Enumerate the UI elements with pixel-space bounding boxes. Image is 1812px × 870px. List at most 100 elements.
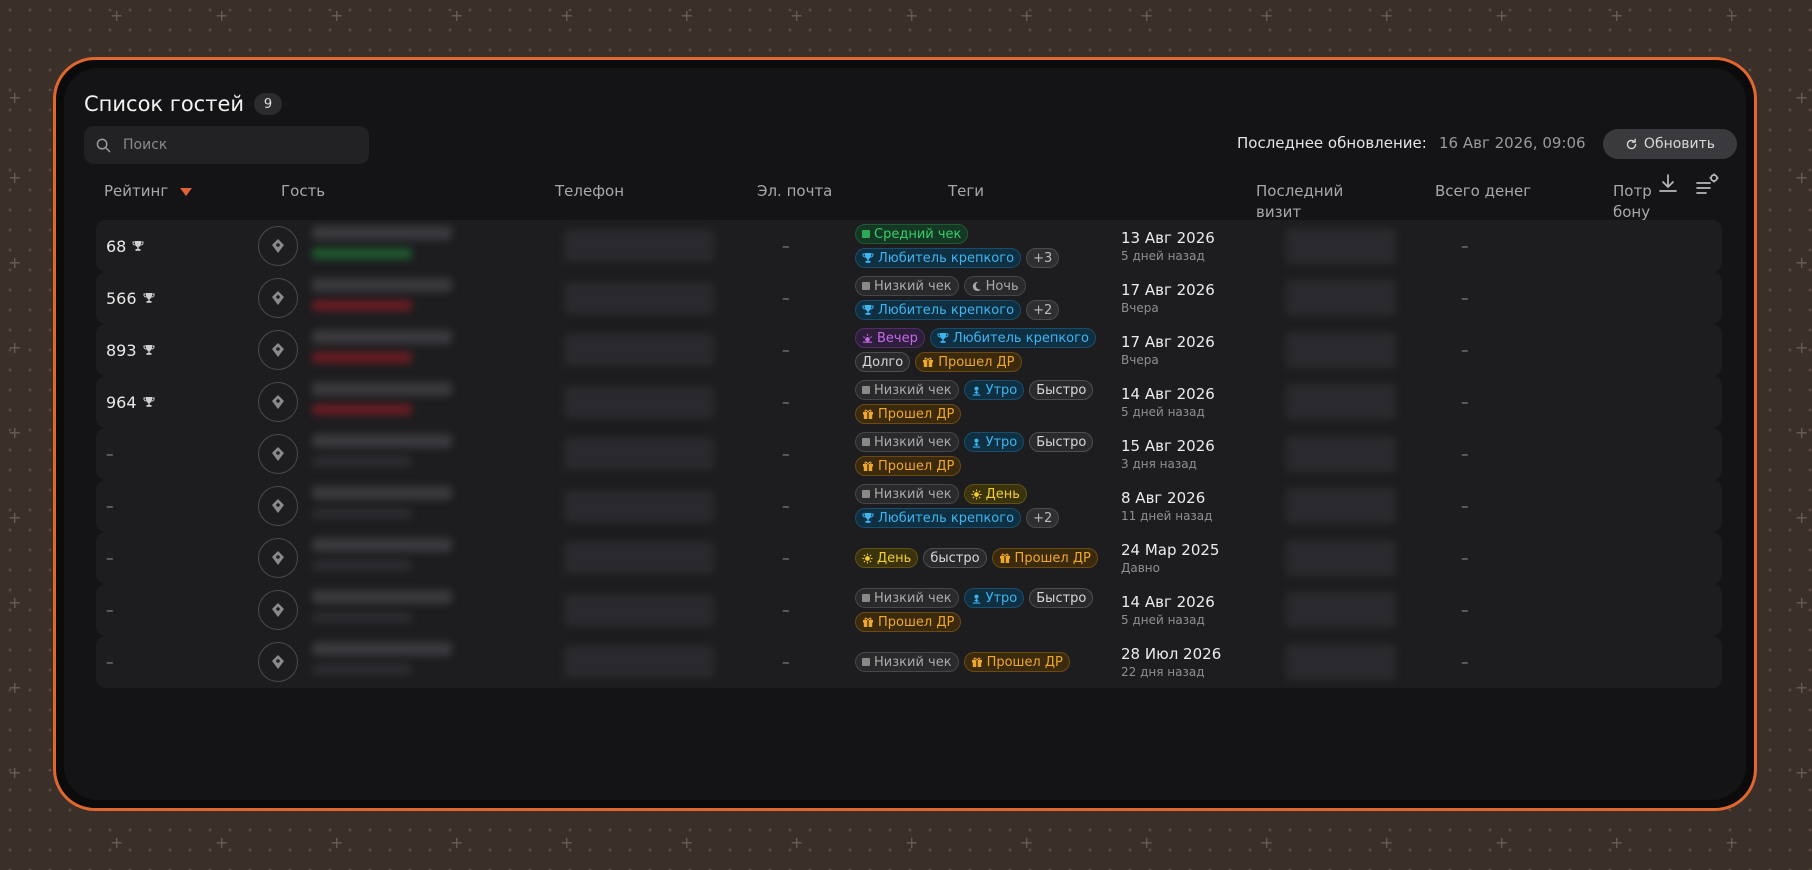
trophy-icon xyxy=(862,252,874,264)
background-plus-mark: + xyxy=(1795,338,1809,357)
tag-chip[interactable]: Прошел ДР xyxy=(855,612,962,632)
email-value: – xyxy=(782,445,790,463)
last-visit-date: 28 Июл 2026 xyxy=(1121,645,1222,663)
tag-line: Низкий чек Утро Быстро xyxy=(855,380,1094,400)
tag-chip[interactable]: +2 xyxy=(1026,300,1060,320)
column-header-email[interactable]: Эл. почта xyxy=(757,181,832,202)
tag-chip[interactable]: Прошел ДР xyxy=(963,652,1070,672)
column-header-tags[interactable]: Теги xyxy=(948,181,984,202)
bonus-cell: – xyxy=(1461,220,1469,272)
tag-chip[interactable]: Прошел ДР xyxy=(991,548,1098,568)
tag-chip[interactable]: Низкий чек xyxy=(855,432,959,452)
avatar[interactable] xyxy=(258,486,298,526)
tag-label: Быстро xyxy=(1036,382,1087,398)
avatar[interactable] xyxy=(258,382,298,422)
tag-line: Низкий чек Прошел ДР xyxy=(855,652,1070,672)
avatar[interactable] xyxy=(258,642,298,682)
column-header-guest[interactable]: Гость xyxy=(281,181,325,202)
tag-chip[interactable]: Долго xyxy=(855,352,911,372)
email-cell: – xyxy=(782,532,790,584)
tag-chip[interactable]: Вечер xyxy=(855,328,925,348)
avatar[interactable] xyxy=(258,278,298,318)
email-cell: – xyxy=(782,636,790,688)
background-plus-mark: + xyxy=(1795,763,1809,782)
tag-chip[interactable]: Прошел ДР xyxy=(855,404,962,424)
tag-label: Любитель крепкого xyxy=(878,510,1015,526)
tag-chip[interactable]: Средний чек xyxy=(855,224,969,244)
tag-chip[interactable]: День xyxy=(855,548,919,568)
tag-chip[interactable]: Прошел ДР xyxy=(915,352,1022,372)
tag-chip[interactable]: Утро xyxy=(963,432,1025,452)
refresh-button[interactable]: Обновить xyxy=(1603,129,1737,159)
last-visit-date: 13 Авг 2026 xyxy=(1121,229,1215,247)
tag-chip[interactable]: Утро xyxy=(963,380,1025,400)
tag-chip[interactable]: Низкий чек xyxy=(855,380,959,400)
table-row[interactable]: – – День быстро Прошел ДР 24 Мар 2025 Давн… xyxy=(96,532,1722,584)
avatar[interactable] xyxy=(258,590,298,630)
tag-chip[interactable]: Низкий чек xyxy=(855,276,959,296)
tags-cell: Низкий чек Утро Быстро Прошел ДР xyxy=(855,376,1094,428)
total-money-redacted xyxy=(1286,592,1396,628)
avatar[interactable] xyxy=(258,226,298,266)
bonus-cell: – xyxy=(1461,272,1469,324)
column-header-total-money[interactable]: Всего денег xyxy=(1435,181,1531,202)
avatar[interactable] xyxy=(258,434,298,474)
tag-chip[interactable]: Любитель крепкого xyxy=(855,248,1022,268)
background-plus-mark: + xyxy=(1140,6,1154,25)
column-settings-icon[interactable] xyxy=(1694,172,1720,198)
tag-chip[interactable]: Прошел ДР xyxy=(855,456,962,476)
table-row[interactable]: – – Низкий чек День Любитель крепкого +2 8 … xyxy=(96,480,1722,532)
avatar[interactable] xyxy=(258,330,298,370)
search-icon xyxy=(96,138,111,152)
table-row[interactable]: – – Низкий чек Прошел ДР 28 Июл 2026 22 д… xyxy=(96,636,1722,688)
app-window: Список гостей 9 Последнее обновление: 16… xyxy=(53,57,1757,811)
background-plus-mark: + xyxy=(8,253,22,272)
table-row[interactable]: – – Низкий чек Утро Быстро Прошел ДР 15 Авг… xyxy=(96,428,1722,480)
phone-value-redacted xyxy=(564,230,714,262)
search-input[interactable] xyxy=(121,136,345,154)
guest-subtitle-redacted xyxy=(312,456,412,467)
column-header-last-visit[interactable]: Последний визит xyxy=(1256,181,1343,223)
tag-chip[interactable]: Быстро xyxy=(1029,432,1094,452)
avatar[interactable] xyxy=(258,538,298,578)
tag-chip[interactable]: Любитель крепкого xyxy=(855,300,1022,320)
tag-line: Долго Прошел ДР xyxy=(855,352,1022,372)
column-header-last-visit-line1: Последний xyxy=(1256,182,1344,200)
tag-chip[interactable]: Быстро xyxy=(1029,588,1094,608)
tag-chip[interactable]: быстро xyxy=(923,548,987,568)
tag-chip[interactable]: Ночь xyxy=(963,276,1026,296)
tag-chip[interactable]: Быстро xyxy=(1029,380,1094,400)
sort-desc-icon[interactable] xyxy=(180,187,193,196)
table-row[interactable]: 893 – Вечер Любитель крепкого Долго Прошел … xyxy=(96,324,1722,376)
tag-chip[interactable]: Низкий чек xyxy=(855,652,959,672)
tag-chip[interactable]: Любитель крепкого xyxy=(855,508,1022,528)
tag-chip[interactable]: Низкий чек xyxy=(855,484,959,504)
tag-chip[interactable]: Утро xyxy=(963,588,1025,608)
square-icon xyxy=(862,230,870,238)
phone-value-redacted xyxy=(564,282,714,314)
last-visit-cell: 24 Мар 2025 Давно xyxy=(1121,532,1219,584)
tag-chip[interactable]: Низкий чек xyxy=(855,588,959,608)
download-icon[interactable] xyxy=(1656,172,1680,196)
rating-value: 893 xyxy=(106,340,137,360)
search-box[interactable] xyxy=(84,126,369,164)
table-row[interactable]: 566 – Низкий чек Ночь Любитель крепкого +2 … xyxy=(96,272,1722,324)
tag-chip[interactable]: +3 xyxy=(1026,248,1060,268)
background-plus-mark: + xyxy=(560,833,574,852)
column-header-rating[interactable]: Рейтинг xyxy=(104,181,193,202)
table-row[interactable]: 68 – Средний чек Любитель крепкого +3 13 А… xyxy=(96,220,1722,272)
column-header-bonus-line1: Потр xyxy=(1613,182,1652,200)
tag-label: Долго xyxy=(862,354,904,370)
background-plus-mark: + xyxy=(8,88,22,107)
column-header-bonus[interactable]: Потр бону xyxy=(1613,181,1652,223)
table-row[interactable]: – – Низкий чек Утро Быстро Прошел ДР 14 Авг… xyxy=(96,584,1722,636)
tag-chip[interactable]: +2 xyxy=(1026,508,1060,528)
table-row[interactable]: 964 – Низкий чек Утро Быстро Прошел ДР 14 А… xyxy=(96,376,1722,428)
background-plus-mark: + xyxy=(1795,678,1809,697)
tag-chip[interactable]: День xyxy=(963,484,1027,504)
background-plus-mark: + xyxy=(215,6,229,25)
column-header-phone[interactable]: Телефон xyxy=(555,181,624,202)
background-plus-mark: + xyxy=(1795,168,1809,187)
tag-chip[interactable]: Любитель крепкого xyxy=(929,328,1096,348)
bonus-cell: – xyxy=(1461,376,1469,428)
